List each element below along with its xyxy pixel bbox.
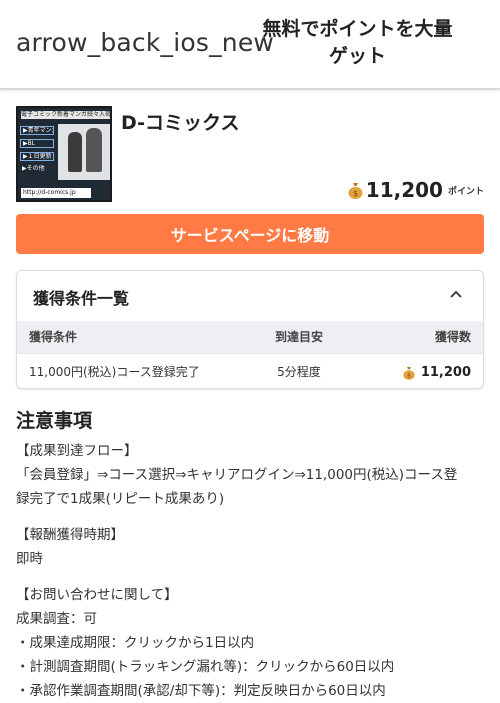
column-header-eta: 到達目安	[274, 330, 323, 344]
svg-text:$: $	[353, 189, 358, 198]
flow-heading: 【成果到達フロー】	[16, 443, 138, 459]
notes-title: 注意事項	[16, 410, 93, 432]
flow-text: 「会員登録」⇒コース選択⇒キャリアログイン⇒11,000円(税込)コース登	[16, 467, 458, 483]
thumbnail-menu-item: ▶青年マンガ	[20, 126, 54, 135]
points-value: 11,200	[365, 178, 443, 202]
column-header-amount: 獲得数	[434, 330, 471, 344]
offer-thumbnail[interactable]: 電子コミック新着マンガ続々入荷 17:00更新 ▶青年マンガ ▶BL ▶１日更新…	[16, 106, 112, 202]
conditions-header[interactable]: 獲得条件一覧	[17, 271, 483, 321]
table-row: 11,000円(税込)コース登録完了 5分程度 $ 11,200	[17, 353, 483, 388]
thumbnail-artwork	[58, 124, 110, 180]
amount-cell: $ 11,200	[403, 354, 471, 388]
column-header-condition: 獲得条件	[29, 330, 78, 344]
conditions-title: 獲得条件一覧	[33, 289, 130, 308]
amount-value: 11,200	[420, 365, 471, 380]
thumbnail-menu-item: ▶その他	[22, 165, 45, 172]
thumbnail-url: http://d-comics.jp	[21, 188, 91, 198]
money-bag-icon: $	[403, 366, 415, 380]
thumbnail-menu-item: ▶１日更新	[20, 152, 54, 161]
inquiry-heading: 【お問い合わせに関して】	[16, 587, 178, 603]
back-button[interactable]: arrow_back_ios_new	[16, 28, 274, 57]
inquiry-line: ・成果達成期限：クリックから1日以内	[16, 635, 255, 651]
thumbnail-banner: 電子コミック新着マンガ続々入荷 17:00更新	[21, 111, 111, 119]
offer-name: D-コミックス	[121, 112, 240, 134]
flow-text: 録完了で1成果(リピート成果あり)	[16, 491, 225, 507]
chevron-up-icon[interactable]	[449, 289, 463, 299]
thumbnail-figure	[68, 132, 82, 172]
inquiry-line: 成果調査：可	[16, 611, 97, 627]
points-unit: ポイント	[447, 186, 484, 197]
conditions-card: 獲得条件一覧 獲得条件 到達目安 獲得数 11,000円(税込)コース登録完了 …	[16, 270, 484, 389]
service-page-button[interactable]: サービスページに移動	[16, 214, 484, 254]
page-title: 無料でポイントを大量ゲット	[262, 18, 453, 67]
eta-cell: 5分程度	[277, 365, 321, 379]
reward-value: 即時	[16, 551, 43, 567]
offer-summary: 電子コミック新着マンガ続々入荷 17:00更新 ▶青年マンガ ▶BL ▶１日更新…	[16, 106, 484, 202]
offer-points: $ 11,200 ポイント	[348, 178, 484, 202]
thumbnail-menu-item: ▶BL	[20, 139, 54, 148]
app-header: arrow_back_ios_new 無料でポイントを大量ゲット	[0, 0, 500, 90]
inquiry-line: ・承認作業調査期間(承認/却下等)：判定反映日から60日以内	[16, 683, 386, 699]
svg-text:$: $	[407, 371, 411, 379]
condition-cell: 11,000円(税込)コース登録完了	[29, 365, 200, 379]
money-bag-icon: $	[348, 182, 363, 199]
notes-section: 注意事項 【成果到達フロー】 「会員登録」⇒コース選択⇒キャリアログイン⇒11,…	[16, 406, 486, 703]
conditions-table-header: 獲得条件 到達目安 獲得数	[17, 321, 483, 353]
reward-heading: 【報酬獲得時期】	[16, 527, 124, 543]
thumbnail-figure	[86, 128, 102, 172]
inquiry-line: ・計測調査期間(トラッキング漏れ等)：クリックから60日以内	[16, 659, 395, 675]
